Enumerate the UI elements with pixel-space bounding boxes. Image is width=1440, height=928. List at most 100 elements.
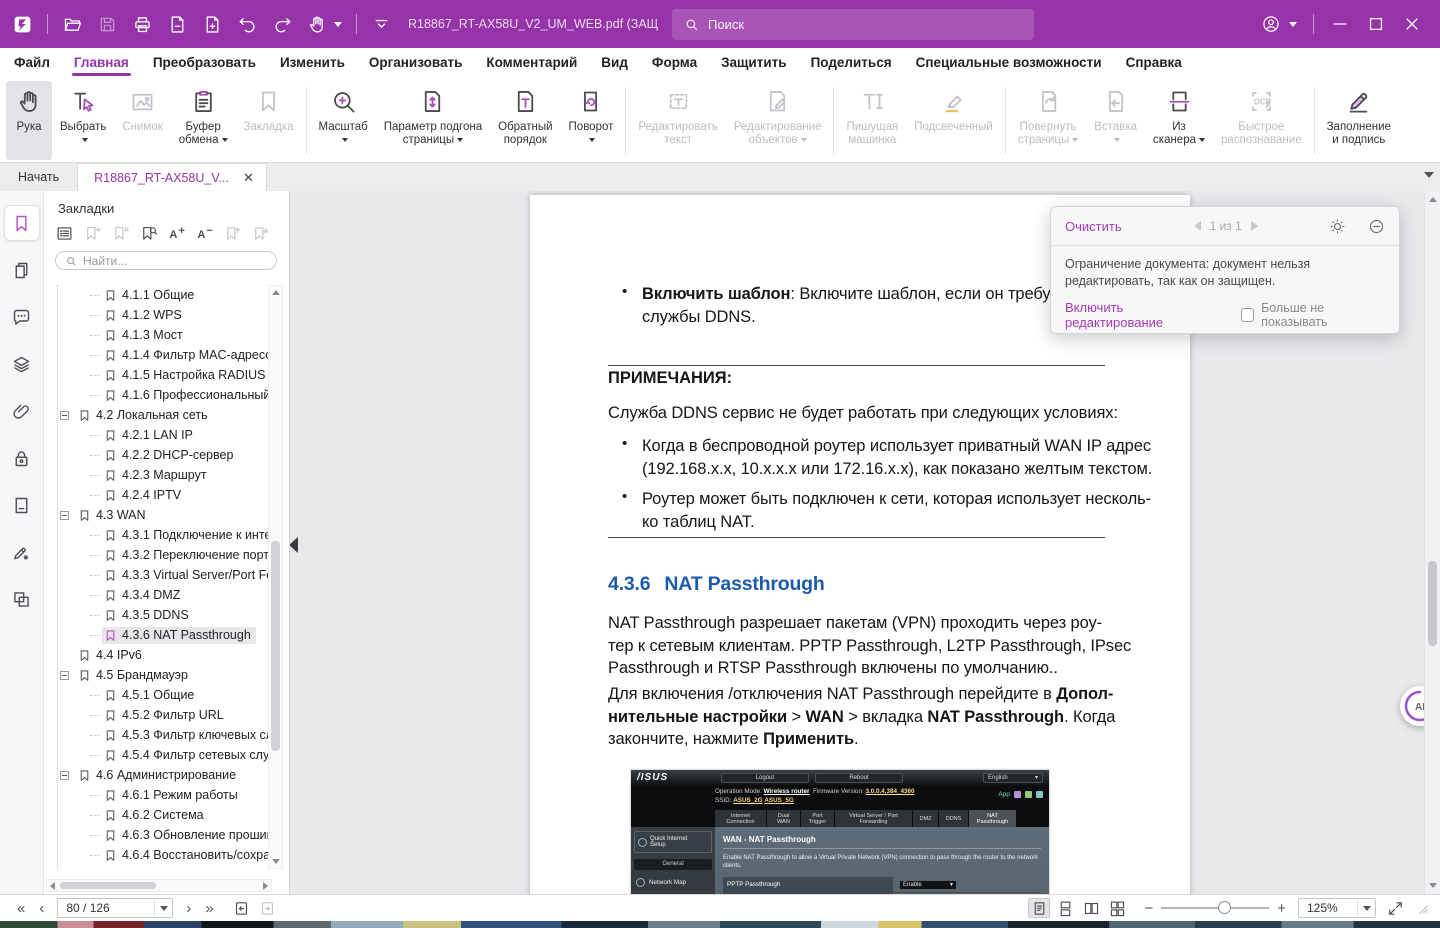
bookmark-tree-item[interactable]: 4.6.2 Система xyxy=(44,805,268,825)
attachments-panel-button[interactable] xyxy=(4,393,40,429)
bookmark-tree-item[interactable]: 4.3.1 Подключение к интернету xyxy=(44,525,268,545)
bookmark-tree-item[interactable]: 4.1.1 Общие xyxy=(44,285,268,305)
menu-item-5[interactable]: Организовать xyxy=(369,48,463,77)
close-icon[interactable] xyxy=(1402,14,1422,34)
zoom-out-button[interactable]: − xyxy=(1138,900,1159,917)
ai-assistant-button[interactable]: AI xyxy=(1400,686,1424,726)
ribbon-button-fill-sign[interactable]: Заполнение и подпись xyxy=(1319,81,1399,160)
bookmark-tree-item[interactable]: 4.2.4 IPTV xyxy=(44,485,268,505)
facing-continuous-view-button[interactable] xyxy=(1106,898,1128,918)
layers-panel-button[interactable] xyxy=(4,346,40,382)
fullscreen-button[interactable] xyxy=(1384,898,1406,918)
bookmark-tree-item[interactable]: 4.2.1 LAN IP xyxy=(44,425,268,445)
ribbon-button-hand[interactable]: Рука xyxy=(6,81,52,160)
bookmarks-vertical-scrollbar[interactable] xyxy=(268,285,283,869)
bookmark-tree-item[interactable]: 4.3.3 Virtual Server/Port Forwarding xyxy=(44,565,268,585)
hand-tool-icon[interactable] xyxy=(307,14,328,35)
popup-next-icon[interactable] xyxy=(1251,221,1258,231)
popup-prev-icon[interactable] xyxy=(1194,221,1201,231)
bookmark-tree-item[interactable]: 4.3.2 Переключение портов xyxy=(44,545,268,565)
bookmark-tree-item[interactable]: 4.5.3 Фильтр ключевых слов xyxy=(44,725,268,745)
ribbon-button-clipboard[interactable]: Буфер обмена xyxy=(171,81,236,160)
tab-close-icon[interactable]: ✕ xyxy=(243,171,254,184)
titlebar-search-input[interactable]: Поиск xyxy=(672,9,1034,40)
print-icon[interactable] xyxy=(132,14,153,35)
menu-item-12[interactable]: Справка xyxy=(1126,48,1182,77)
menu-item-1[interactable]: Файл xyxy=(14,48,50,77)
bookmark-tree-item[interactable]: 4.5.2 Фильтр URL xyxy=(44,705,268,725)
bookmark-tree-item[interactable]: 4.1.2 WPS xyxy=(44,305,268,325)
bookmark-tree-item[interactable]: 4.6.4 Восстановить/сохранить/загрузить xyxy=(44,845,268,865)
bookmark-tree-item[interactable]: 4.3 WAN xyxy=(44,505,268,525)
bookmark-tree-item[interactable]: 4.2.3 Маршрут xyxy=(44,465,268,485)
collapse-expander-icon[interactable] xyxy=(60,671,69,680)
redo-icon[interactable] xyxy=(272,14,293,35)
previous-page-button[interactable]: ‹ xyxy=(32,901,51,916)
bookmark-tree-item[interactable]: 4.5 Брандмауэр xyxy=(44,665,268,685)
enable-editing-link[interactable]: Включить редактирование xyxy=(1065,300,1215,330)
facing-view-button[interactable] xyxy=(1080,898,1102,918)
page-number-field[interactable]: 80 / 126 xyxy=(57,898,173,918)
maximize-icon[interactable] xyxy=(1366,14,1386,34)
signatures-panel-button[interactable] xyxy=(4,534,40,570)
collapse-all-icon[interactable]: A xyxy=(194,223,215,244)
continuous-view-button[interactable] xyxy=(1054,898,1076,918)
expand-all-icon[interactable]: A xyxy=(166,223,187,244)
document-tab-active[interactable]: R18867_RT-AX58U_V...✕ xyxy=(77,163,267,191)
next-page-button[interactable]: › xyxy=(179,901,198,916)
zoom-dropdown-icon[interactable] xyxy=(1357,899,1375,917)
menu-item-11[interactable]: Специальные возможности xyxy=(916,48,1102,77)
bookmark-tree-item[interactable]: 4.2.2 DHCP-сервер xyxy=(44,445,268,465)
pages-panel-button[interactable] xyxy=(4,252,40,288)
popup-minimize-icon[interactable] xyxy=(1368,218,1385,235)
articles-panel-button[interactable] xyxy=(4,581,40,617)
bookmark-tree-item[interactable]: 4.3.4 DMZ xyxy=(44,585,268,605)
ribbon-button-select-text[interactable]: Выбрать xyxy=(52,81,114,160)
page-number-dropdown-icon[interactable] xyxy=(154,899,172,917)
zoom-slider-knob[interactable] xyxy=(1218,901,1231,914)
menu-item-10[interactable]: Поделиться xyxy=(811,48,892,77)
menu-item-9[interactable]: Защитить xyxy=(721,48,786,77)
ribbon-button-reverse-order[interactable]: Обратный порядок xyxy=(490,81,560,160)
popup-settings-icon[interactable] xyxy=(1329,218,1346,235)
collapse-toolbar-icon[interactable] xyxy=(371,14,392,35)
security-panel-button[interactable] xyxy=(4,440,40,476)
find-bookmark-icon[interactable] xyxy=(138,223,159,244)
next-view-button[interactable] xyxy=(257,898,279,918)
document-minus-icon[interactable] xyxy=(167,14,188,35)
collapse-expander-icon[interactable] xyxy=(60,771,69,780)
dont-show-checkbox[interactable] xyxy=(1241,308,1254,322)
document-vertical-scrollbar[interactable] xyxy=(1424,191,1440,894)
minimize-icon[interactable] xyxy=(1330,14,1350,34)
bookmark-tree-item[interactable]: 4.6 Администрирование xyxy=(44,765,268,785)
account-icon[interactable] xyxy=(1261,14,1281,34)
destinations-panel-button[interactable] xyxy=(4,487,40,523)
bookmark-tree-item[interactable]: 4.1.3 Мост xyxy=(44,325,268,345)
bookmark-tree-item[interactable]: 4.3.6 NAT Passthrough xyxy=(44,625,268,645)
bookmark-tree-item[interactable]: 4.2 Локальная сеть xyxy=(44,405,268,425)
menu-item-2[interactable]: Главная xyxy=(74,48,129,77)
bookmark-tree-item[interactable]: 4.1.5 Настройка RADIUS xyxy=(44,365,268,385)
menu-item-4[interactable]: Изменить xyxy=(280,48,345,77)
previous-view-button[interactable] xyxy=(231,898,253,918)
bookmark-tree-item[interactable]: 4.5.4 Фильтр сетевых служб xyxy=(44,745,268,765)
bookmark-tree-item[interactable]: 4.7 Системный журнал xyxy=(44,865,268,869)
zoom-in-button[interactable]: + xyxy=(1271,900,1292,917)
zoom-slider[interactable] xyxy=(1161,898,1269,918)
first-page-button[interactable]: « xyxy=(10,901,32,916)
menu-item-7[interactable]: Вид xyxy=(601,48,628,77)
bookmark-tree-item[interactable]: 4.1.4 Фильтр MAC-адресов xyxy=(44,345,268,365)
single-page-view-button[interactable] xyxy=(1028,898,1050,918)
ribbon-button-fit-page[interactable]: Параметр подгона страницы xyxy=(376,81,490,160)
ribbon-button-scanner[interactable]: Из сканера xyxy=(1145,81,1213,160)
undo-icon[interactable] xyxy=(237,14,258,35)
last-page-button[interactable]: » xyxy=(198,901,220,916)
bookmark-tree-item[interactable]: 4.5.1 Общие xyxy=(44,685,268,705)
menu-item-8[interactable]: Форма xyxy=(652,48,697,77)
ribbon-button-zoom-plus[interactable]: Масштаб xyxy=(311,81,376,160)
ribbon-button-rotate-view[interactable]: Поворот xyxy=(561,81,622,160)
zoom-level-field[interactable]: 125% xyxy=(1298,898,1376,918)
bookmark-list-icon[interactable] xyxy=(54,223,75,244)
start-tab[interactable]: Начать xyxy=(0,163,77,191)
bookmarks-horizontal-scrollbar[interactable] xyxy=(46,879,272,892)
